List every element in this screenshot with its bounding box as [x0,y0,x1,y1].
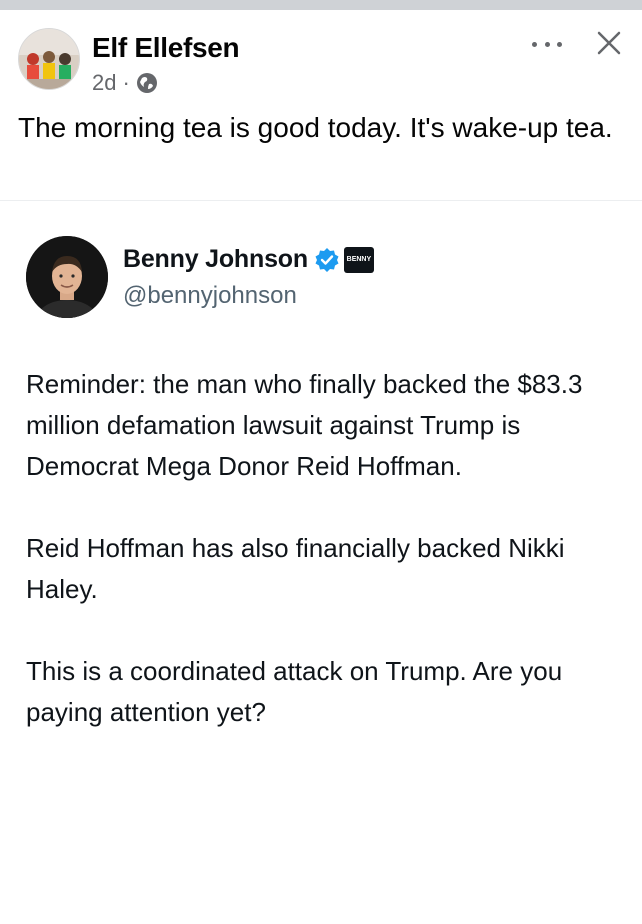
verified-icon [314,247,340,273]
shared-tweet-image[interactable]: Benny Johnson BENNY @bennyjohnson Remind… [0,200,642,924]
tweet-author-avatar [26,236,108,318]
globe-icon[interactable] [136,72,158,94]
more-icon[interactable] [532,34,562,54]
post-text: The morning tea is good today. It's wake… [18,112,613,143]
tweet-paragraph: This is a coordinated attack on Trump. A… [26,656,563,727]
post-timestamp[interactable]: 2d [92,70,116,96]
close-icon[interactable] [594,28,624,58]
post-header: Elf Ellefsen 2d · [18,28,624,98]
tweet-author-handle: @bennyjohnson [123,282,297,309]
tweet-paragraph: Reminder: the man who finally backed the… [26,369,583,481]
tweet-paragraph: Reid Hoffman has also financially backed… [26,533,565,604]
tweet-body: Reminder: the man who finally backed the… [26,364,621,733]
tweet-author-name: Benny Johnson [123,245,308,273]
affiliate-badge: BENNY [343,246,374,273]
affiliate-badge-text: BENNY [346,255,372,263]
feed-divider [0,0,642,10]
tweet-author-row: Benny Johnson BENNY [123,245,374,274]
author-avatar[interactable] [18,28,80,90]
author-name[interactable]: Elf Ellefsen [92,32,240,64]
meta-separator: · [122,70,130,95]
post-meta: 2d · [92,70,158,96]
